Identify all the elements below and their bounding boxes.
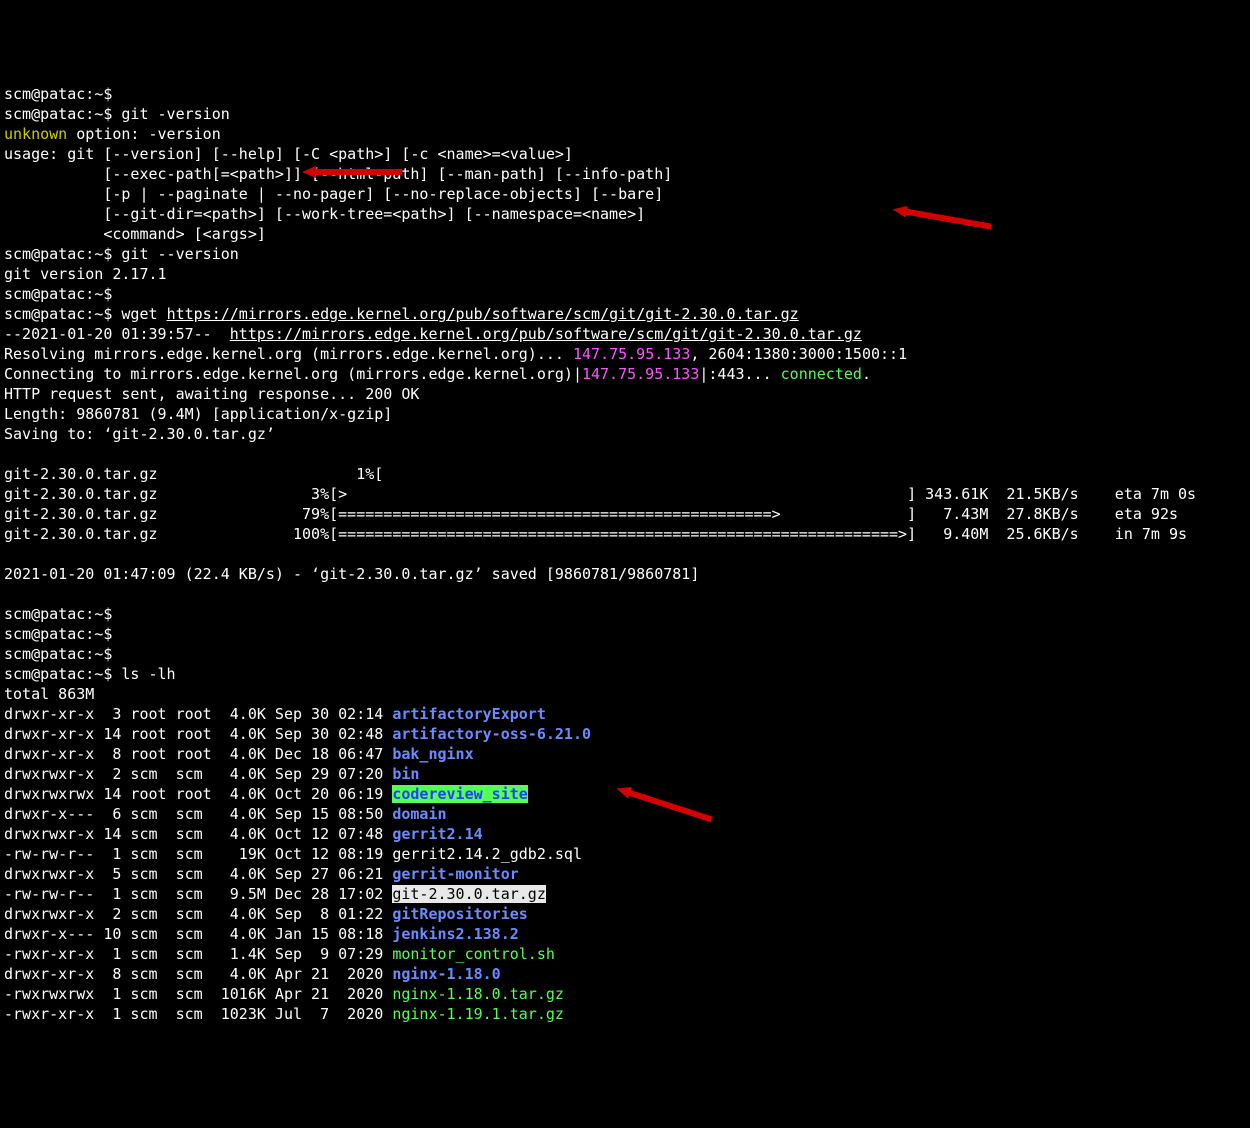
ls-entry-name: gerrit2.14.2_gdb2.sql xyxy=(392,845,582,863)
terminal-line: scm@patac:~$ xyxy=(4,284,1246,304)
terminal-line: git-2.30.0.tar.gz 100%[=================… xyxy=(4,524,1246,544)
terminal-line: scm@patac:~$ git --version xyxy=(4,244,1246,264)
terminal-line: drwxr-x--- 10 scm scm 4.0K Jan 15 08:18 … xyxy=(4,924,1246,944)
shell-prompt[interactable]: scm@patac:~$ xyxy=(4,645,112,663)
ls-entry-name: gitRepositories xyxy=(392,905,527,923)
ls-entry-name: bin xyxy=(392,765,419,783)
terminal-line: scm@patac:~$ xyxy=(4,624,1246,644)
shell-prompt[interactable]: scm@patac:~$ xyxy=(4,85,112,103)
terminal-line: 2021-01-20 01:47:09 (22.4 KB/s) - ‘git-2… xyxy=(4,564,1246,584)
ls-entry-name: artifactoryExport xyxy=(392,705,546,723)
terminal-line: git-2.30.0.tar.gz 79%[==================… xyxy=(4,504,1246,524)
terminal-line: git-2.30.0.tar.gz 1%[ xyxy=(4,464,1246,484)
terminal-line: HTTP request sent, awaiting response... … xyxy=(4,384,1246,404)
terminal-line: git-2.30.0.tar.gz 3%[> ] 343.61K 21.5KB/… xyxy=(4,484,1246,504)
terminal-line: usage: git [--version] [--help] [-C <pat… xyxy=(4,144,1246,164)
terminal-line xyxy=(4,584,1246,604)
terminal-line: [--exec-path[=<path>]] [--html-path] [--… xyxy=(4,164,1246,184)
terminal-line xyxy=(4,444,1246,464)
shell-prompt[interactable]: scm@patac:~$ xyxy=(4,625,112,643)
terminal-line: Saving to: ‘git-2.30.0.tar.gz’ xyxy=(4,424,1246,444)
terminal-line: drwxrwxr-x 5 scm scm 4.0K Sep 27 06:21 g… xyxy=(4,864,1246,884)
terminal-line: -rwxrwxrwx 1 scm scm 1016K Apr 21 2020 n… xyxy=(4,984,1246,1004)
ls-entry-name: domain xyxy=(392,805,446,823)
shell-prompt[interactable]: scm@patac:~$ xyxy=(4,245,112,263)
ls-entry-name: gerrit2.14 xyxy=(392,825,482,843)
wget-url[interactable]: https://mirrors.edge.kernel.org/pub/soft… xyxy=(167,305,799,323)
terminal-line: drwxr-xr-x 3 root root 4.0K Sep 30 02:14… xyxy=(4,704,1246,724)
terminal-line: drwxrwxr-x 2 scm scm 4.0K Sep 8 01:22 gi… xyxy=(4,904,1246,924)
terminal-line: --2021-01-20 01:39:57-- https://mirrors.… xyxy=(4,324,1246,344)
terminal-line: drwxr-x--- 6 scm scm 4.0K Sep 15 08:50 d… xyxy=(4,804,1246,824)
terminal-line: [-p | --paginate | --no-pager] [--no-rep… xyxy=(4,184,1246,204)
terminal-line: Length: 9860781 (9.4M) [application/x-gz… xyxy=(4,404,1246,424)
terminal-line: drwxrwxr-x 2 scm scm 4.0K Sep 29 07:20 b… xyxy=(4,764,1246,784)
shell-prompt[interactable]: scm@patac:~$ xyxy=(4,105,112,123)
terminal-line: drwxr-xr-x 14 root root 4.0K Sep 30 02:4… xyxy=(4,724,1246,744)
ls-entry-name: nginx-1.18.0.tar.gz xyxy=(392,985,564,1003)
terminal-line: Resolving mirrors.edge.kernel.org (mirro… xyxy=(4,344,1246,364)
terminal-line: drwxr-xr-x 8 scm scm 4.0K Apr 21 2020 ng… xyxy=(4,964,1246,984)
ls-entry-name: nginx-1.19.1.tar.gz xyxy=(392,1005,564,1023)
shell-prompt[interactable]: scm@patac:~$ xyxy=(4,665,112,683)
ls-entry-name: jenkins2.138.2 xyxy=(392,925,518,943)
terminal-line: scm@patac:~$ xyxy=(4,604,1246,624)
terminal-line: [--git-dir=<path>] [--work-tree=<path>] … xyxy=(4,204,1246,224)
ls-entry-name: gerrit-monitor xyxy=(392,865,518,883)
terminal-line: Connecting to mirrors.edge.kernel.org (m… xyxy=(4,364,1246,384)
ls-entry-name: artifactory-oss-6.21.0 xyxy=(392,725,591,743)
terminal-line: -rw-rw-r-- 1 scm scm 19K Oct 12 08:19 ge… xyxy=(4,844,1246,864)
terminal-line: git version 2.17.1 xyxy=(4,264,1246,284)
ls-entry-name: monitor_control.sh xyxy=(392,945,555,963)
terminal-line: scm@patac:~$ xyxy=(4,644,1246,664)
terminal-line: total 863M xyxy=(4,684,1246,704)
terminal-line: -rwxr-xr-x 1 scm scm 1023K Jul 7 2020 ng… xyxy=(4,1004,1246,1024)
shell-prompt[interactable]: scm@patac:~$ xyxy=(4,285,112,303)
terminal-line: unknown option: -version xyxy=(4,124,1246,144)
ls-entry-name: codereview_site xyxy=(392,785,527,803)
terminal-line: scm@patac:~$ ls -lh xyxy=(4,664,1246,684)
terminal-line: scm@patac:~$ wget https://mirrors.edge.k… xyxy=(4,304,1246,324)
terminal-line xyxy=(4,544,1246,564)
terminal-line: scm@patac:~$ git -version xyxy=(4,104,1246,124)
shell-prompt[interactable]: scm@patac:~$ xyxy=(4,605,112,623)
shell-prompt[interactable]: scm@patac:~$ xyxy=(4,305,112,323)
terminal-line: drwxrwxr-x 14 scm scm 4.0K Oct 12 07:48 … xyxy=(4,824,1246,844)
terminal-line: -rwxr-xr-x 1 scm scm 1.4K Sep 9 07:29 mo… xyxy=(4,944,1246,964)
terminal-line: scm@patac:~$ xyxy=(4,84,1246,104)
terminal-line: drwxr-xr-x 8 root root 4.0K Dec 18 06:47… xyxy=(4,744,1246,764)
ls-entry-name: nginx-1.18.0 xyxy=(392,965,500,983)
ls-entry-name: git-2.30.0.tar.gz xyxy=(392,885,546,903)
ls-entry-name: bak_nginx xyxy=(392,745,473,763)
terminal-line: drwxrwxrwx 14 root root 4.0K Oct 20 06:1… xyxy=(4,784,1246,804)
terminal-line: <command> [<args>] xyxy=(4,224,1246,244)
terminal-line: -rw-rw-r-- 1 scm scm 9.5M Dec 28 17:02 g… xyxy=(4,884,1246,904)
terminal-output: scm@patac:~$scm@patac:~$ git -versionunk… xyxy=(4,84,1246,1024)
